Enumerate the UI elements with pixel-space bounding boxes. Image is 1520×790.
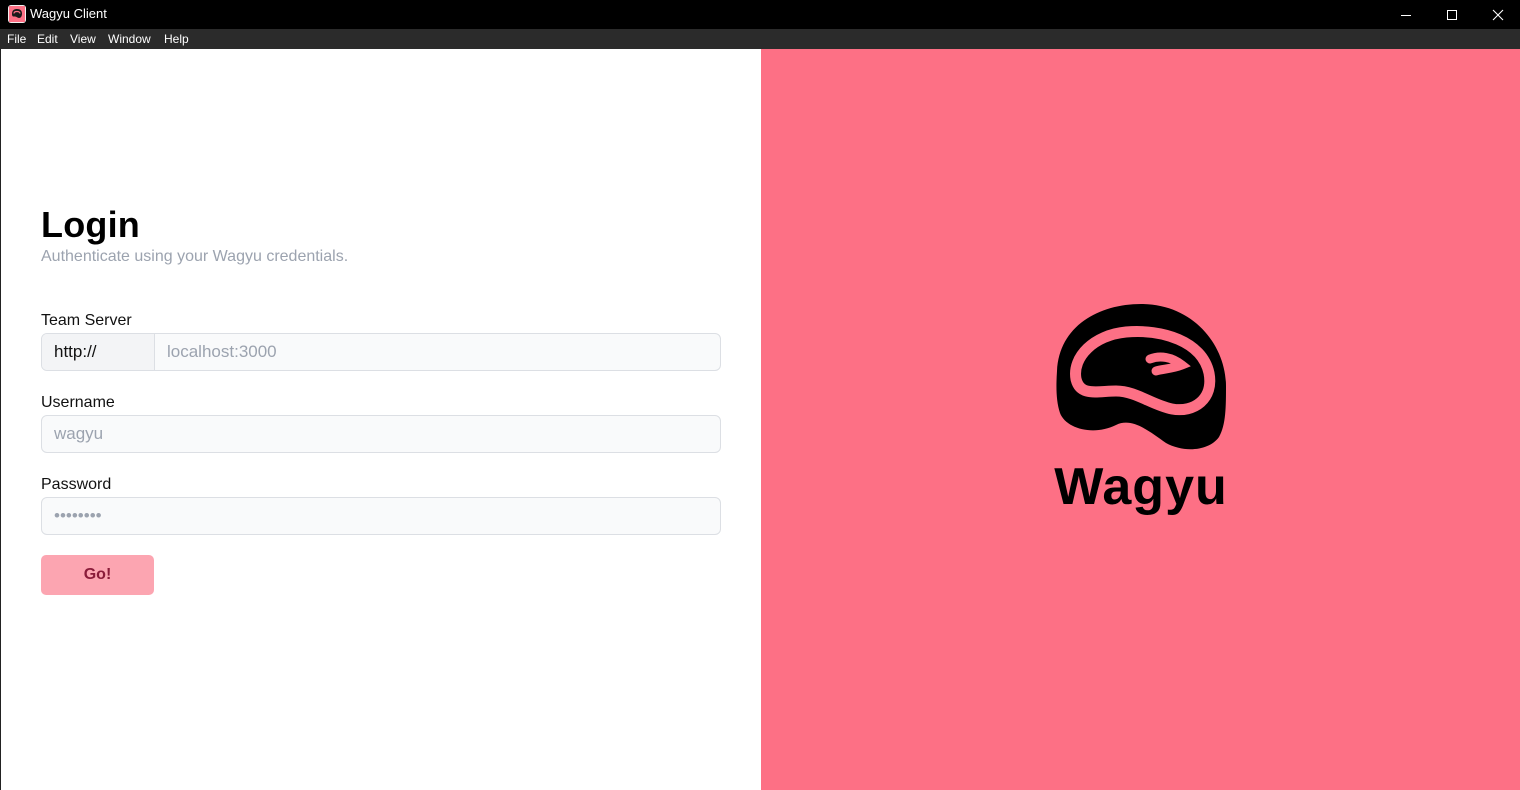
steak-icon [1056, 304, 1226, 450]
minimize-icon [1401, 14, 1411, 16]
window-title: Wagyu Client [30, 6, 107, 21]
team-server-label: Team Server [41, 312, 132, 329]
brand-name: Wagyu [1054, 458, 1228, 516]
wagyu-app-icon [8, 5, 26, 23]
menu-view[interactable]: View [70, 31, 96, 47]
password-label: Password [41, 476, 112, 493]
password-group [41, 497, 721, 535]
login-subtitle: Authenticate using your Wagyu credential… [41, 248, 349, 265]
submit-button[interactable]: Go! [41, 555, 154, 595]
maximize-button[interactable] [1429, 0, 1475, 29]
username-label: Username [41, 394, 115, 411]
brand-panel: Wagyu [761, 49, 1520, 790]
close-button[interactable] [1475, 0, 1520, 29]
password-input[interactable] [42, 498, 720, 534]
login-title: Login [41, 204, 140, 245]
team-server-group: http:// [41, 333, 721, 371]
close-icon [1492, 9, 1504, 20]
username-input[interactable] [42, 416, 720, 452]
menu-edit[interactable]: Edit [37, 31, 58, 47]
team-server-input[interactable] [155, 334, 720, 370]
menu-bar: File Edit View Window Help [0, 29, 1520, 49]
maximize-icon [1447, 9, 1457, 20]
title-bar: Wagyu Client [0, 0, 1520, 29]
minimize-button[interactable] [1383, 0, 1429, 29]
menu-window[interactable]: Window [108, 31, 151, 47]
menu-file[interactable]: File [7, 31, 26, 47]
login-panel: Login Authenticate using your Wagyu cred… [0, 49, 761, 790]
username-group [41, 415, 721, 453]
url-scheme-addon: http:// [42, 334, 155, 370]
menu-help[interactable]: Help [164, 31, 189, 47]
